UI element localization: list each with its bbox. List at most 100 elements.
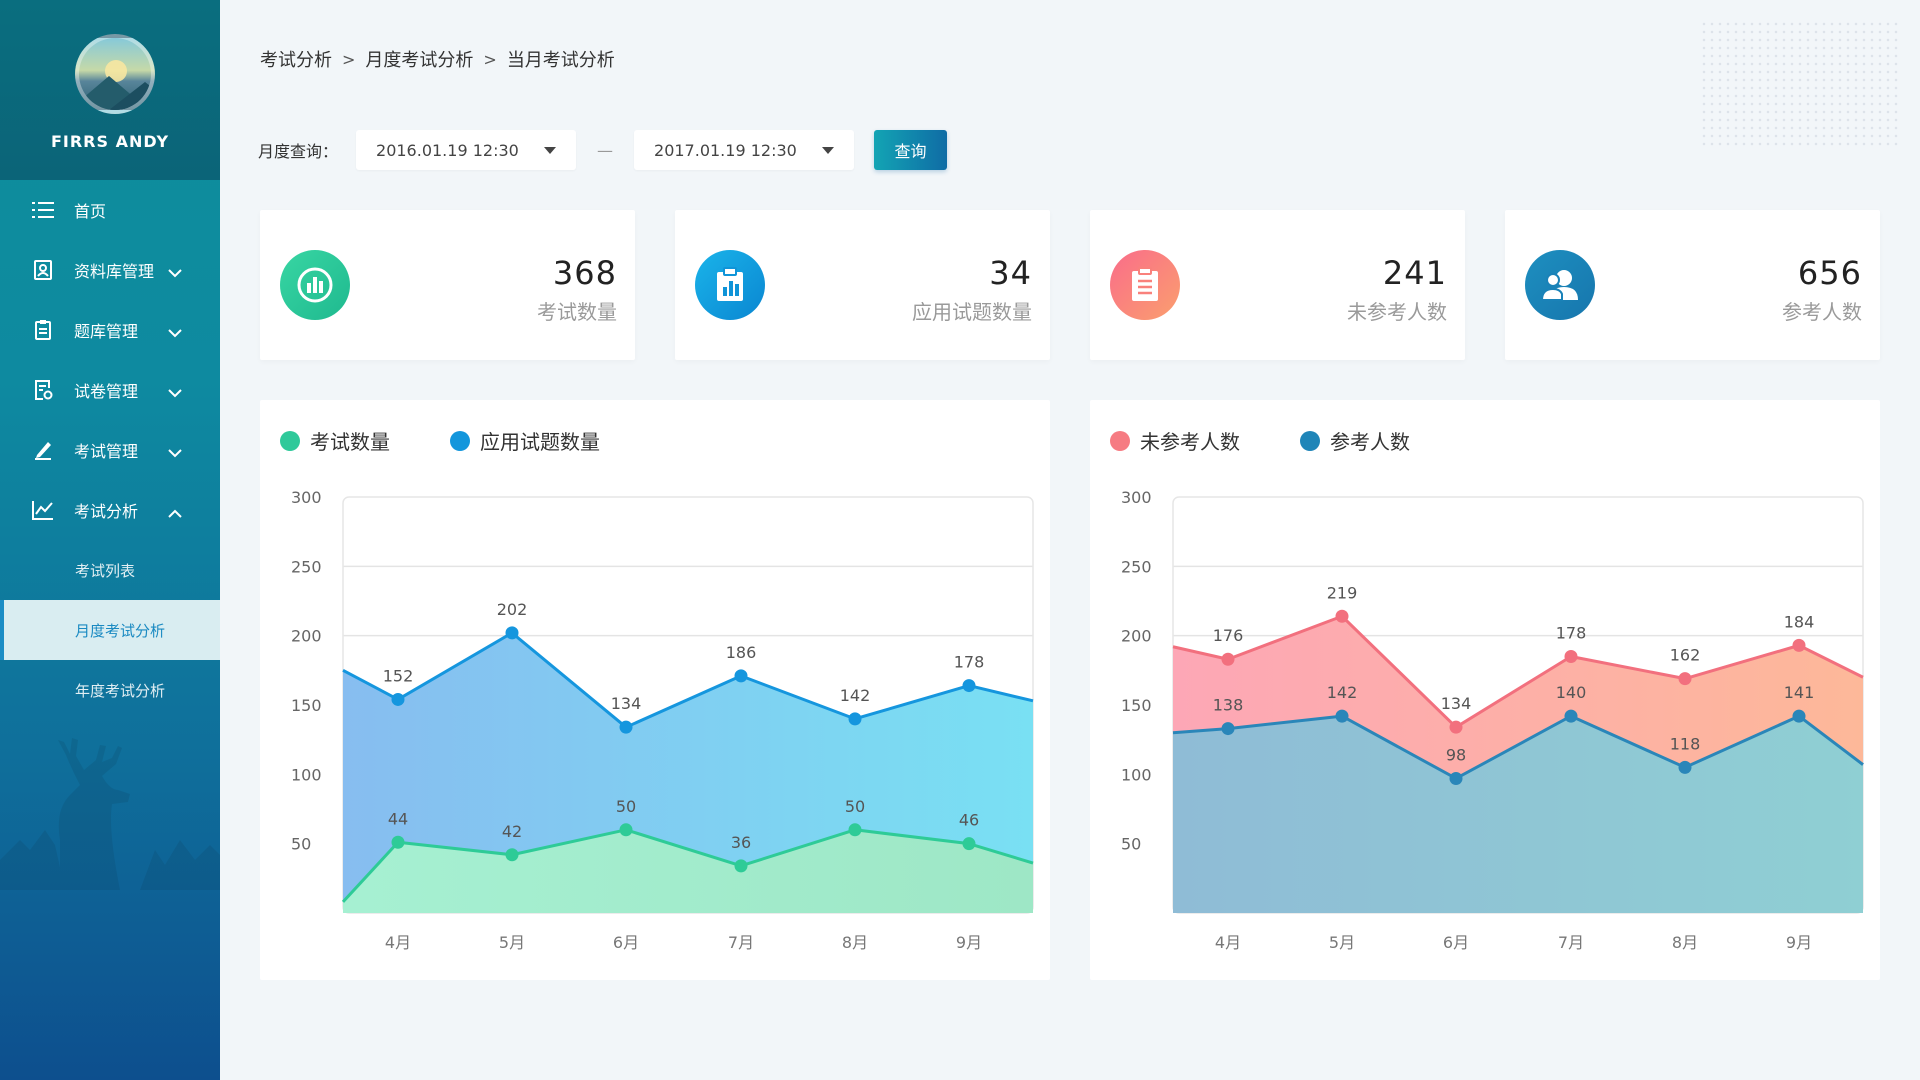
avatar[interactable] [75,34,155,114]
data-label: 36 [731,833,751,852]
sidebar-subitem-monthly-analysis[interactable]: 月度考试分析 [0,600,220,660]
end-date-value: 2017.01.19 12:30 [654,140,797,160]
sidebar-menu: 首页 资料库管理 题库管理 试卷管理 考试管理 考试分析 考试列表 月度考试分析… [0,180,220,720]
data-label: 50 [616,797,636,816]
data-label: 134 [1441,694,1472,713]
data-point [848,712,862,726]
x-tick-label: 7月 [1558,933,1584,952]
data-point [1449,720,1463,734]
users-icon [1525,250,1595,320]
stat-card-exam-count: 368 考试数量 [260,210,635,360]
sidebar-item-home[interactable]: 首页 [0,180,220,240]
data-label: 140 [1556,683,1587,702]
data-label: 141 [1784,683,1815,702]
stat-label: 应用试题数量 [912,300,1032,324]
data-label: 98 [1446,745,1466,764]
caret-down-icon [544,146,557,154]
data-point [848,823,862,837]
data-point [391,692,405,706]
x-tick-label: 4月 [1215,933,1241,952]
data-point [962,837,976,851]
y-tick-label: 50 [1121,835,1141,854]
sidebar-item-exams[interactable]: 考试管理 [0,420,220,480]
chevron-down-icon [168,323,182,342]
sidebar-subitem-exam-list[interactable]: 考试列表 [0,540,220,600]
data-label: 50 [845,797,865,816]
data-point [1221,652,1235,666]
line-chart-icon [32,499,54,521]
breadcrumb-item[interactable]: 月度考试分析 [365,46,473,72]
x-tick-label: 4月 [385,933,411,952]
data-label: 219 [1327,583,1358,602]
chevron-up-icon [168,503,182,522]
sidebar-item-label: 试卷管理 [74,382,139,401]
y-tick-label: 200 [1121,627,1152,646]
data-point [1335,709,1349,723]
data-point [1792,638,1806,652]
date-range-separator: — [597,140,614,160]
area-chart-participants: 50 100 150 200 250 300 4月 5月 6月 7月 8月 9月 176 219 134 17… [1121,488,1864,952]
data-label: 178 [954,653,985,672]
data-label: 46 [959,811,979,830]
chevron-right-icon: > [483,49,497,69]
list-icon [32,199,54,221]
end-date-select[interactable]: 2017.01.19 12:30 [634,130,855,170]
dot-pattern-decoration [1700,20,1900,150]
data-point [962,679,976,693]
paper-settings-icon [32,379,54,401]
start-date-select[interactable]: 2016.01.19 12:30 [356,130,577,170]
data-label: 178 [1556,623,1587,642]
sidebar: FIRRS ANDY 首页 资料库管理 题库管理 试卷管理 考试管理 考试分析 … [0,0,220,1080]
stat-card-question-count: 34 应用试题数量 [675,210,1050,360]
y-tick-label: 250 [291,557,322,576]
x-tick-label: 5月 [499,933,525,952]
y-tick-label: 300 [291,488,322,507]
sidebar-subitem-yearly-analysis[interactable]: 年度考试分析 [0,660,220,720]
y-tick-label: 150 [1121,696,1152,715]
query-bar: 月度查询： 2016.01.19 12:30 — 2017.01.19 12:3… [258,130,948,170]
data-label: 134 [611,694,642,713]
chart-panel-exams: 考试数量 应用试题数量 50 100 150 200 250 300 4月 5月 6月 7月 8月 9… [260,400,1050,980]
stat-card-participant-count: 656 参考人数 [1505,210,1880,360]
pen-icon [32,439,54,461]
stat-label: 考试数量 [537,300,617,324]
y-tick-label: 50 [291,835,311,854]
sidebar-item-label: 考试管理 [74,442,139,461]
data-label: 184 [1784,612,1815,631]
x-tick-label: 9月 [1786,933,1812,952]
query-button[interactable]: 查询 [874,130,948,170]
data-point [734,669,748,683]
data-label: 142 [840,686,871,705]
data-point [1221,722,1235,736]
sidebar-item-question-bank[interactable]: 题库管理 [0,300,220,360]
breadcrumb-item[interactable]: 考试分析 [260,46,332,72]
stat-card-absent-count: 241 未参考人数 [1090,210,1465,360]
clipboard-chart-icon [695,250,765,320]
chevron-down-icon [168,443,182,462]
y-tick-label: 200 [291,627,322,646]
data-label: 42 [502,822,522,841]
start-date-value: 2016.01.19 12:30 [376,140,519,160]
data-point [1678,760,1692,774]
area-chart-exams: 50 100 150 200 250 300 4月 5月 6月 7月 8月 9月 44 42 50 36 50 4… [291,488,1034,952]
sidebar-item-library[interactable]: 资料库管理 [0,240,220,300]
data-point [1564,709,1578,723]
stat-label: 未参考人数 [1347,300,1447,324]
sidebar-item-analysis[interactable]: 考试分析 [0,480,220,540]
query-label: 月度查询： [258,142,339,161]
deer-silhouette-decoration [0,738,220,890]
x-tick-label: 7月 [728,933,754,952]
data-label: 176 [1213,626,1244,645]
breadcrumb: 考试分析 > 月度考试分析 > 当月考试分析 [260,46,615,72]
x-tick-label: 6月 [613,933,639,952]
data-label: 186 [726,643,757,662]
breadcrumb-item-current: 当月考试分析 [506,50,615,71]
data-point [619,823,633,837]
sidebar-item-papers[interactable]: 试卷管理 [0,360,220,420]
profile-card-icon [32,259,54,281]
data-point [391,835,405,849]
y-tick-label: 100 [1121,765,1152,784]
data-point [1564,649,1578,663]
clipboard-icon [32,319,54,341]
x-tick-label: 8月 [1672,933,1698,952]
